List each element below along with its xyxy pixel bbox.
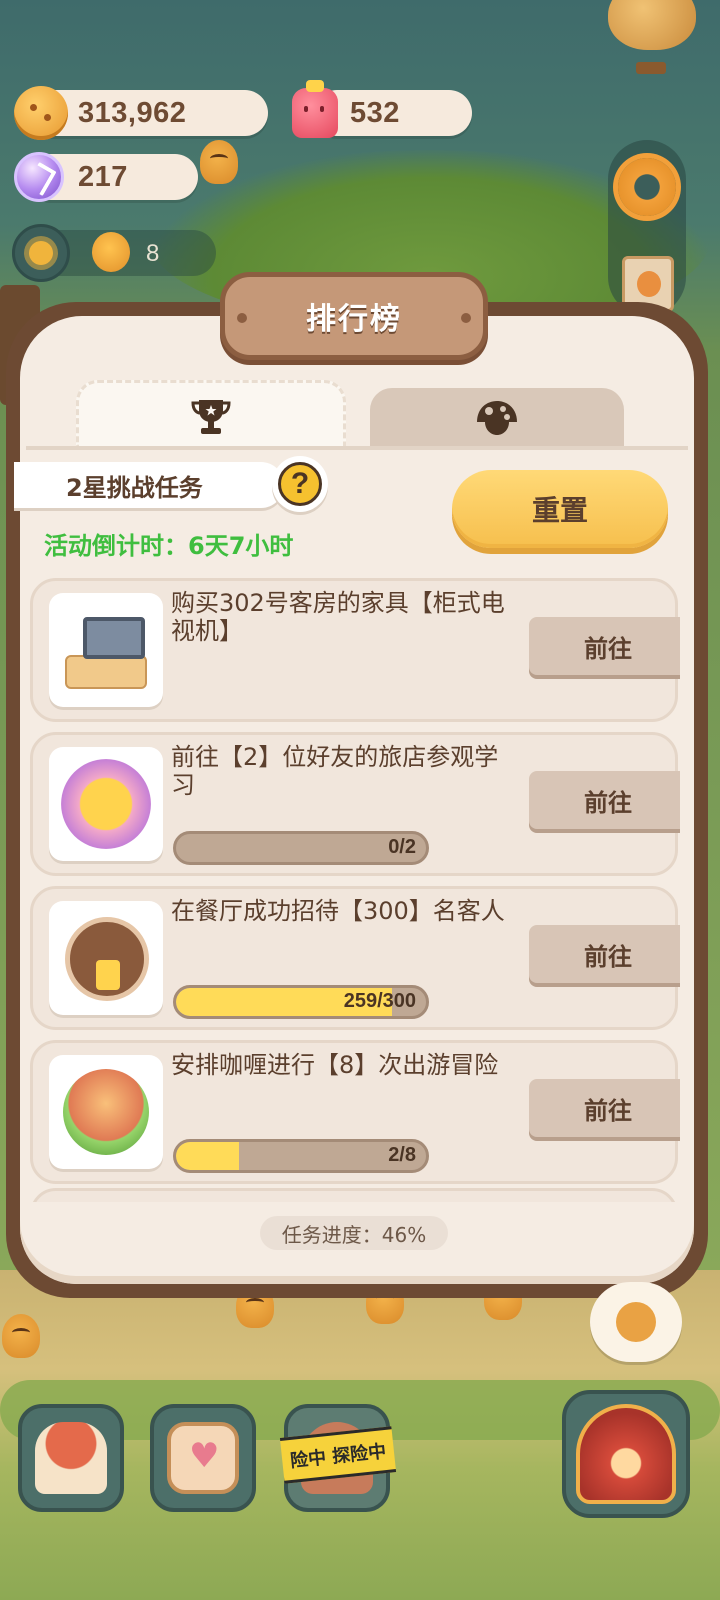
sun-icon (12, 224, 70, 282)
cookie-character (2, 1314, 40, 1358)
task-card: 购买302号客房的家具【柜式电视机】 前往 (30, 578, 680, 722)
progress-fill (176, 1142, 239, 1170)
help-button[interactable]: ? (272, 456, 328, 512)
chick-icon (92, 232, 130, 272)
stage-button[interactable] (562, 1390, 690, 1518)
task-title: 安排咖喱进行【8】次出游冒险 (171, 1051, 499, 1079)
cookie-character (200, 140, 238, 184)
handshake-thumbnail (49, 747, 163, 861)
hot-air-balloon (608, 0, 696, 50)
gem-icon (10, 148, 68, 206)
mushroom-house-icon (35, 1422, 107, 1494)
jelly-icon (286, 80, 344, 142)
task-progress-bar: 0/2 (173, 831, 429, 865)
task-title: 在餐厅成功招待【300】名客人 (171, 897, 505, 925)
gem-count: 217 (78, 160, 128, 193)
tv-cabinet-thumbnail (49, 593, 163, 707)
tab-trophy[interactable] (76, 380, 346, 448)
progress-text: 2/8 (388, 1144, 416, 1166)
task-title: 购买302号客房的家具【柜式电视机】 (171, 589, 505, 645)
task-progress-bar: 2/8 (173, 1139, 429, 1173)
challenge-label: 2星挑战任务 (14, 462, 284, 508)
helper-count: 8 (146, 240, 160, 267)
home-button[interactable] (18, 1404, 124, 1512)
theater-stage-icon (576, 1404, 676, 1504)
reset-button[interactable]: 重置 (452, 470, 668, 548)
cookie-icon (12, 84, 70, 142)
mushroom-icon (477, 401, 517, 435)
task-progress-summary: 任务进度：46% (260, 1216, 448, 1250)
task-title: 前往【2】位好友的旅店参观学习 (171, 743, 499, 799)
adventure-thumbnail (49, 1055, 163, 1169)
jelly-count: 532 (350, 96, 400, 129)
go-button[interactable]: 前往 (529, 771, 680, 829)
balloon-basket (636, 62, 666, 74)
task-card: 前往【2】位好友的旅店参观学习 前往 0/2 (30, 732, 680, 876)
event-countdown: 活动倒计时：6天7小时 (44, 532, 294, 560)
question-icon: ? (278, 462, 322, 506)
go-button[interactable]: 前往 (529, 1079, 680, 1137)
task-progress-bar: 259/300 (173, 985, 429, 1019)
diary-icon (167, 1422, 239, 1494)
task-card-partial (30, 1188, 678, 1202)
character-speech-bubble[interactable] (590, 1282, 682, 1362)
go-button[interactable]: 前往 (529, 617, 680, 675)
panel-title: 排行榜 (306, 302, 402, 337)
go-button[interactable]: 前往 (529, 925, 680, 983)
restaurant-sign-thumbnail (49, 901, 163, 1015)
task-card: 在餐厅成功招待【300】名客人 前往 259/300 (30, 886, 680, 1030)
diary-button[interactable] (150, 1404, 256, 1512)
panel-title-plate: 排行榜 (220, 272, 488, 360)
challenge-title: 2星挑战任务 (66, 473, 203, 502)
cookie-count: 313,962 (78, 96, 187, 129)
trophy-icon (191, 399, 231, 434)
progress-text: 259/300 (343, 990, 416, 1012)
gear-icon[interactable] (618, 158, 676, 216)
task-list[interactable]: 购买302号客房的家具【柜式电视机】 前往 前往【2】位好友的旅店参观学习 前往… (30, 578, 680, 1202)
progress-text: 0/2 (388, 836, 416, 858)
task-card: 安排咖喱进行【8】次出游冒险 前往 2/8 (30, 1040, 680, 1184)
tab-divider (26, 446, 688, 450)
tab-mushroom[interactable] (370, 388, 624, 448)
